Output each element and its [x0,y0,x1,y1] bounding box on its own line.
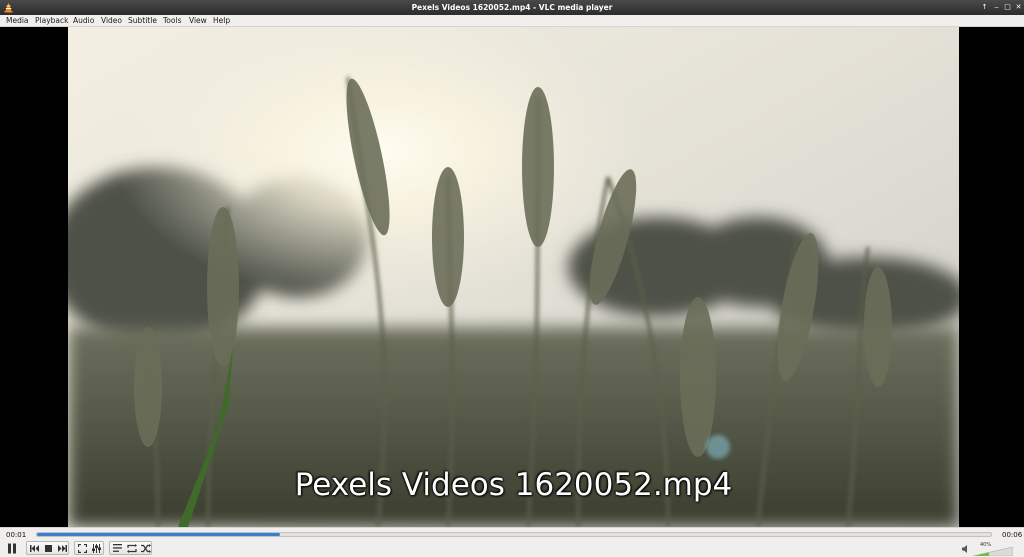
maximize-icon[interactable]: □ [1002,2,1013,13]
previous-button[interactable] [28,542,41,554]
menu-bar: Media Playback Audio Video Subtitle Tool… [0,15,1024,27]
menu-playback[interactable]: Playback [35,15,68,27]
stop-button[interactable] [42,542,55,554]
close-icon[interactable]: ✕ [1013,2,1024,13]
fullscreen-icon [78,543,87,553]
pause-button[interactable] [4,541,20,555]
video-frame-image [68,27,959,527]
seek-progress [37,533,281,536]
window-title: Pexels Videos 1620052.mp4 - VLC media pl… [411,3,613,12]
keep-above-icon[interactable]: ↑ [979,2,990,13]
minimize-icon[interactable]: ‒ [991,2,1002,13]
menu-subtitle[interactable]: Subtitle [128,15,157,27]
random-button[interactable] [139,542,152,554]
speaker-icon[interactable] [962,545,970,553]
elapsed-time[interactable]: 00:01 [6,530,26,540]
menu-media[interactable]: Media [6,15,29,27]
title-bar: Pexels Videos 1620052.mp4 - VLC media pl… [0,0,1024,15]
menu-help[interactable]: Help [213,15,230,27]
playlist-button[interactable] [111,542,124,554]
menu-tools[interactable]: Tools [163,15,181,27]
loop-button[interactable] [125,542,138,554]
menu-video[interactable]: Video [101,15,122,27]
skip-next-icon [58,544,67,552]
equalizer-icon [92,543,101,553]
menu-view[interactable]: View [189,15,207,27]
playlist-group [109,541,152,555]
stop-icon [45,544,52,552]
loop-icon [126,543,137,553]
extended-settings-button[interactable] [90,542,103,554]
playback-controls: 00:01 00:06 40% [0,527,1024,557]
video-area[interactable]: Pexels Videos 1620052.mp4 [0,27,1024,527]
volume-slider[interactable] [973,547,1013,556]
playlist-icon [113,544,122,552]
seek-slider[interactable] [36,532,992,537]
skip-previous-icon [30,544,39,552]
shuffle-icon [140,543,151,553]
transport-group [26,541,69,555]
view-group [74,541,104,555]
video-frame[interactable]: Pexels Videos 1620052.mp4 [68,27,959,527]
fullscreen-button[interactable] [76,542,89,554]
total-time[interactable]: 00:06 [1002,530,1022,540]
menu-audio[interactable]: Audio [73,15,94,27]
next-button[interactable] [56,542,69,554]
subtitle-text: Pexels Videos 1620052.mp4 [294,467,733,503]
pause-icon [8,543,16,553]
